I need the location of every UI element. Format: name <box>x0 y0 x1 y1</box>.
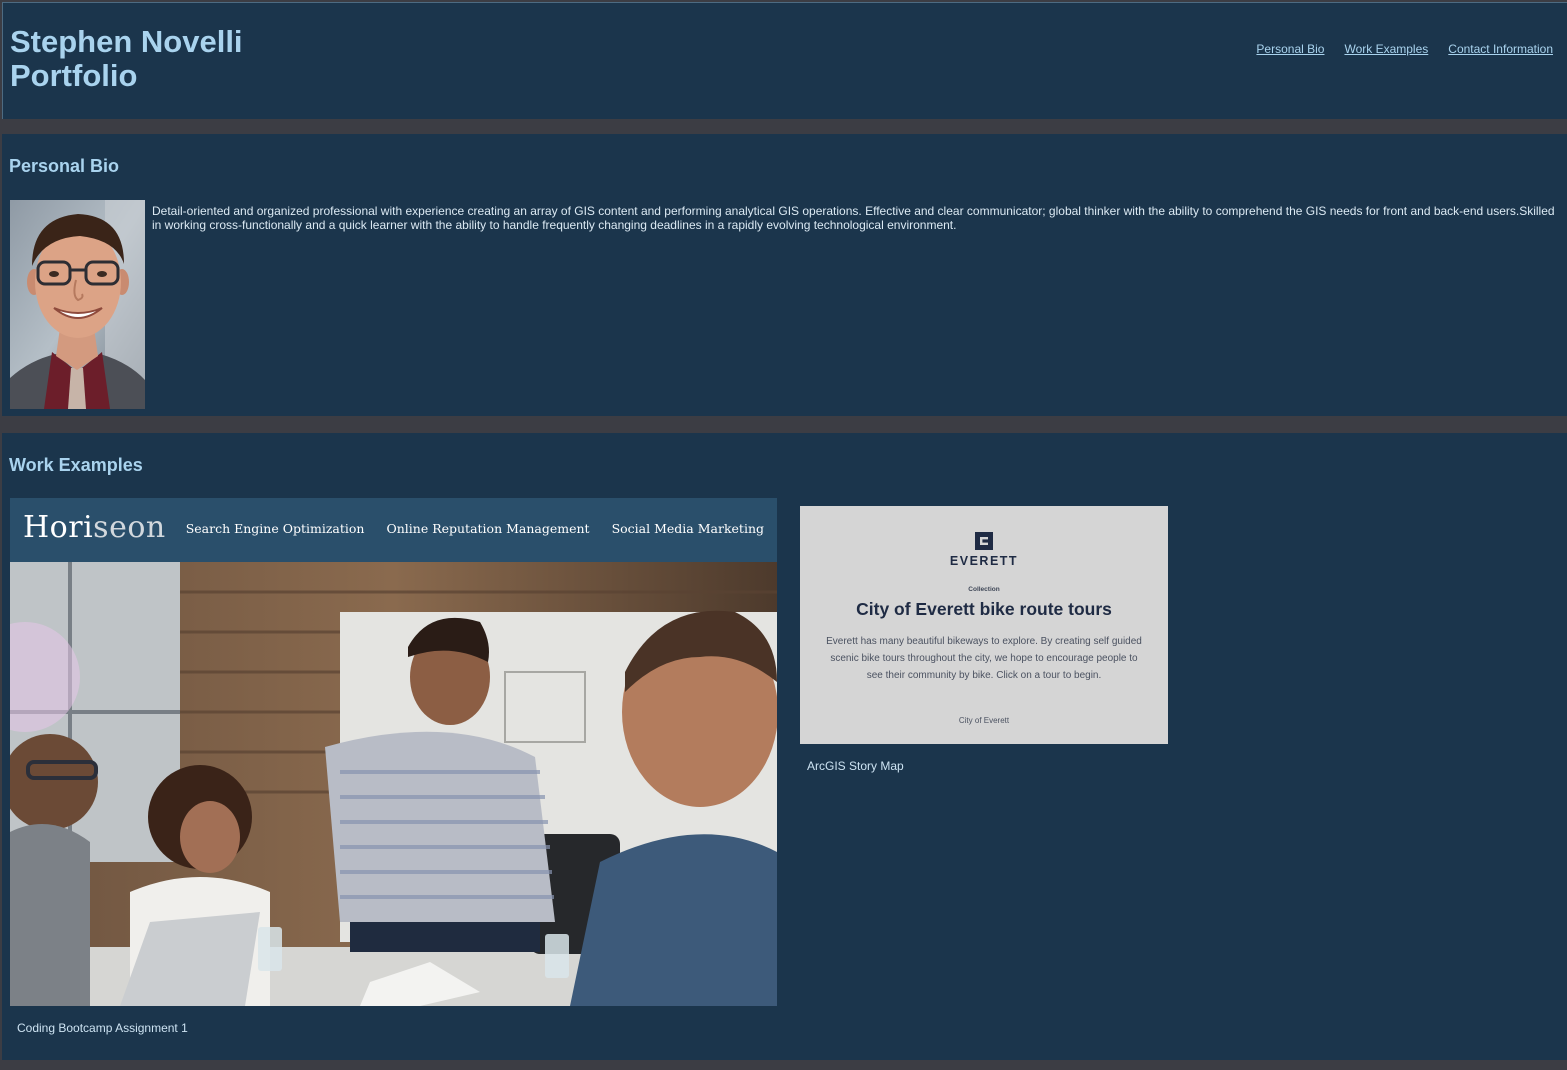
site-title-line-1: Stephen Novelli <box>10 24 243 59</box>
horiseon-nav-item: Online Reputation Management <box>386 521 590 536</box>
horiseon-logo-a: Hori <box>23 510 94 545</box>
nav-link-work-examples[interactable]: Work Examples <box>1344 42 1428 56</box>
work-examples-heading: Work Examples <box>9 455 143 475</box>
site-title: Stephen Novelli Portfolio <box>10 25 243 93</box>
horiseon-logo: Horiseon <box>23 510 166 545</box>
main-nav: Personal Bio Work Examples Contact Infor… <box>1256 42 1553 56</box>
site-title-line-2: Portfolio <box>10 58 138 93</box>
horiseon-logo-b: seon <box>93 510 166 545</box>
horiseon-header-bar: Horiseon Search Engine Optimization Onli… <box>10 498 777 562</box>
everett-name: EVERETT <box>949 554 1019 568</box>
horiseon-project-card[interactable]: Horiseon Search Engine Optimization Onli… <box>10 498 777 1006</box>
work-examples-section: Work Examples Horiseon Search Engine Opt… <box>2 433 1567 1060</box>
horiseon-team-photo <box>10 562 777 1006</box>
profile-photo <box>10 200 145 409</box>
nav-link-contact-information[interactable]: Contact Information <box>1448 42 1553 56</box>
everett-organization: City of Everett <box>958 716 1010 725</box>
everett-story-map-card[interactable]: EVERETT Collection City of Everett bike … <box>800 506 1168 744</box>
bio-text: Detail-oriented and organized profession… <box>152 204 1555 232</box>
everett-collection-label: Collection <box>968 586 1000 593</box>
everett-description: Everett has many beautiful bikeways to e… <box>826 636 1142 681</box>
horiseon-nav: Search Engine Optimization Online Reputa… <box>186 521 764 536</box>
horiseon-nav-item: Search Engine Optimization <box>185 521 365 536</box>
nav-link-personal-bio[interactable]: Personal Bio <box>1256 42 1324 56</box>
personal-bio-heading: Personal Bio <box>9 156 120 176</box>
everett-title: City of Everett bike route tours <box>856 599 1112 619</box>
horiseon-caption[interactable]: Coding Bootcamp Assignment 1 <box>17 1021 188 1035</box>
everett-caption[interactable]: ArcGIS Story Map <box>807 759 904 773</box>
horiseon-nav-item: Social Media Marketing <box>611 521 764 536</box>
site-header: Stephen Novelli Portfolio Personal Bio W… <box>2 2 1567 119</box>
everett-logo-icon <box>800 532 1168 555</box>
personal-bio-section: Personal Bio Detail-oriented and organiz… <box>2 134 1567 416</box>
